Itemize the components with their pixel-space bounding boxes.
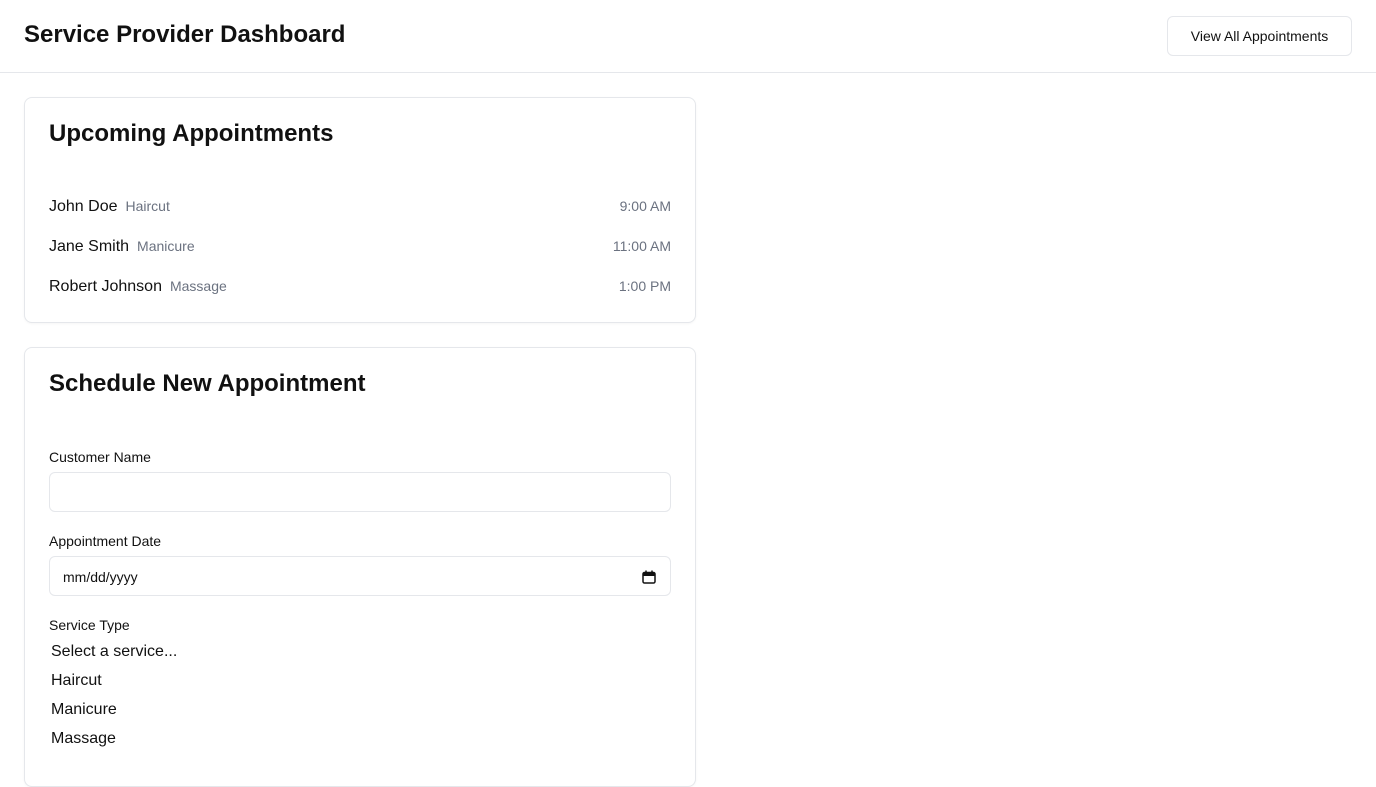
appointment-time: 11:00 AM [612, 238, 671, 254]
appointment-service: Manicure [137, 238, 195, 254]
calendar-icon[interactable] [642, 570, 656, 584]
page-header: Service Provider Dashboard View All Appo… [0, 0, 1376, 73]
date-placeholder: mm/dd/yyyy [63, 569, 138, 585]
view-all-appointments-button[interactable]: View All Appointments [1167, 16, 1352, 56]
upcoming-appointments-card: Upcoming Appointments John Doe Haircut 9:… [24, 97, 696, 323]
appointment-time: 1:00 PM [618, 278, 671, 294]
service-option-massage[interactable]: Massage [51, 729, 116, 749]
appointment-customer-name: Jane Smith [49, 238, 130, 255]
customer-name-label: Customer Name [49, 449, 151, 465]
appointment-customer-name: Robert Johnson [49, 278, 162, 295]
appointment-service: Haircut [125, 198, 170, 214]
appointment-row: Robert Johnson Massage 1:00 PM [49, 274, 671, 298]
appointment-date-label: Appointment Date [49, 533, 162, 549]
appointment-row: Jane Smith Manicure 11:00 AM [49, 234, 671, 258]
service-option-placeholder[interactable]: Select a service... [51, 642, 177, 662]
appointment-customer-name: John Doe [49, 198, 118, 215]
schedule-appointment-title: Schedule New Appointment [49, 370, 366, 397]
service-option-manicure[interactable]: Manicure [51, 700, 117, 720]
page-title: Service Provider Dashboard [24, 21, 346, 48]
customer-name-input[interactable] [49, 472, 671, 512]
schedule-appointment-card: Schedule New Appointment Customer Name A… [24, 347, 696, 787]
appointment-time: 9:00 AM [619, 198, 671, 214]
appointment-row: John Doe Haircut 9:00 AM [49, 194, 671, 218]
appointment-service: Massage [169, 278, 227, 294]
service-type-label: Service Type [49, 617, 130, 633]
service-option-haircut[interactable]: Haircut [51, 671, 102, 691]
appointment-date-input[interactable]: mm/dd/yyyy [49, 556, 671, 596]
upcoming-appointments-title: Upcoming Appointments [49, 120, 334, 147]
